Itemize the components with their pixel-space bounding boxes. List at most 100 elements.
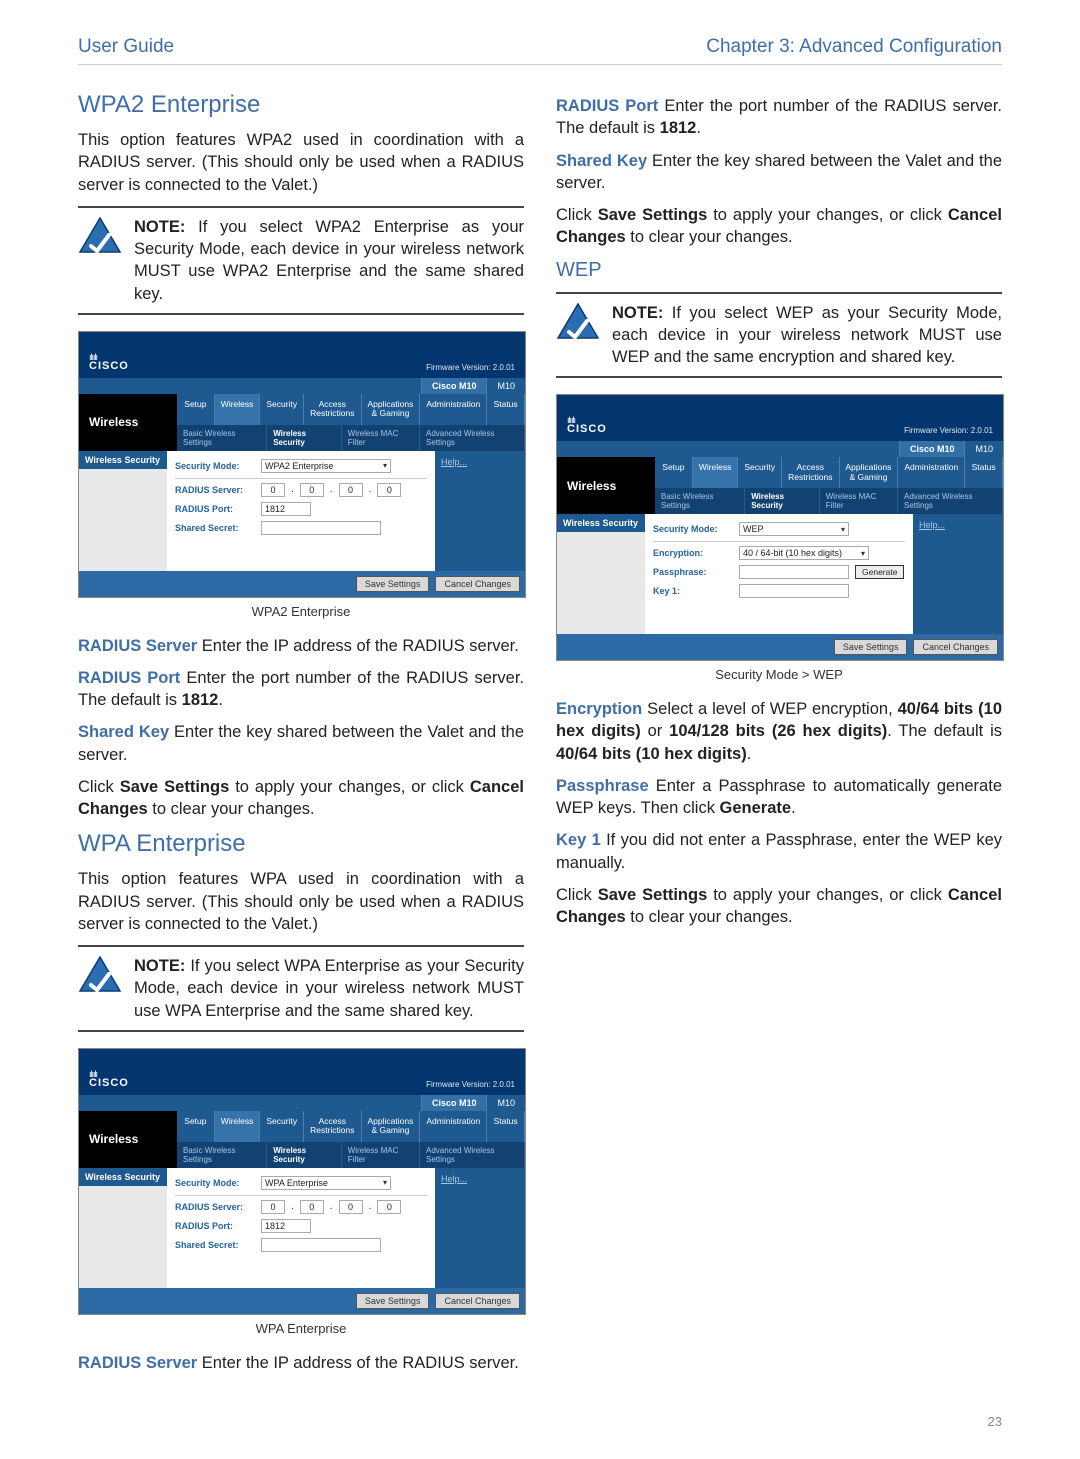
tab-wireless[interactable]: Wireless bbox=[215, 394, 261, 425]
subtab-mac[interactable]: Wireless MAC Filter bbox=[342, 425, 420, 451]
tab-access[interactable]: Access Restrictions bbox=[304, 1111, 361, 1142]
screenshot-wep: ılıılı CISCO Firmware Version: 2.0.01 Ci… bbox=[556, 394, 1004, 661]
tab-status[interactable]: Status bbox=[487, 1111, 525, 1142]
input-ip2[interactable]: 0 bbox=[300, 1200, 324, 1214]
model-tab-active[interactable]: Cisco M10 bbox=[421, 1095, 487, 1111]
input-ip1[interactable]: 0 bbox=[261, 1200, 285, 1214]
subtab-security[interactable]: Wireless Security bbox=[745, 488, 820, 514]
tab-wireless[interactable]: Wireless bbox=[215, 1111, 261, 1142]
tab-admin[interactable]: Administration bbox=[420, 1111, 487, 1142]
save-settings-button[interactable]: Save Settings bbox=[356, 1293, 430, 1309]
subtab-advanced[interactable]: Advanced Wireless Settings bbox=[898, 488, 1003, 514]
tab-access[interactable]: Access Restrictions bbox=[304, 394, 361, 425]
tab-admin[interactable]: Administration bbox=[420, 394, 487, 425]
right-column: RADIUS Port Enter the port number of the… bbox=[556, 85, 1002, 1384]
tab-security[interactable]: Security bbox=[738, 457, 782, 488]
subtab-basic[interactable]: Basic Wireless Settings bbox=[177, 425, 267, 451]
help-link[interactable]: Help... bbox=[913, 514, 1003, 634]
para-shared-key-r: Shared Key Enter the key shared between … bbox=[556, 150, 1002, 195]
screenshot-wpa2-enterprise: ılıılı CISCO Firmware Version: 2.0.01 Ci… bbox=[78, 331, 526, 598]
t: to apply your changes, or click bbox=[229, 778, 470, 796]
select-security-mode[interactable]: WEP bbox=[739, 522, 849, 536]
save-settings-button[interactable]: Save Settings bbox=[356, 576, 430, 592]
note-icon bbox=[78, 216, 122, 305]
model-tab[interactable]: M10 bbox=[486, 1095, 525, 1111]
input-radius-port[interactable]: 1812 bbox=[261, 502, 311, 516]
note-body: If you select WEP as your Security Mode,… bbox=[612, 304, 1002, 367]
note-body: If you select WPA2 Enterprise as your Se… bbox=[134, 218, 524, 303]
model-tab-active[interactable]: Cisco M10 bbox=[899, 441, 965, 457]
select-security-mode[interactable]: WPA Enterprise bbox=[261, 1176, 391, 1190]
tab-security[interactable]: Security bbox=[260, 394, 304, 425]
save-settings-button[interactable]: Save Settings bbox=[834, 639, 908, 655]
page-number: 23 bbox=[78, 1414, 1002, 1429]
generate-button[interactable]: Generate bbox=[855, 565, 904, 579]
input-passphrase[interactable] bbox=[739, 565, 849, 579]
input-radius-port[interactable]: 1812 bbox=[261, 1219, 311, 1233]
input-shared-secret[interactable] bbox=[261, 1238, 381, 1252]
para-radius-port-r: RADIUS Port Enter the port number of the… bbox=[556, 95, 1002, 140]
label-radius-port: RADIUS Port: bbox=[175, 504, 255, 514]
firmware-version: Firmware Version: 2.0.01 bbox=[426, 363, 515, 372]
term: Shared Key bbox=[556, 152, 647, 170]
tab-access[interactable]: Access Restrictions bbox=[782, 457, 839, 488]
model-tab[interactable]: M10 bbox=[486, 378, 525, 394]
term: RADIUS Port bbox=[78, 669, 180, 687]
select-value: WEP bbox=[743, 524, 764, 534]
term: Encryption bbox=[556, 700, 642, 718]
firmware-version: Firmware Version: 2.0.01 bbox=[426, 1080, 515, 1089]
tab-wireless[interactable]: Wireless bbox=[693, 457, 739, 488]
tab-setup[interactable]: Setup bbox=[655, 457, 693, 488]
subtab-security[interactable]: Wireless Security bbox=[267, 1142, 342, 1168]
subtab-advanced[interactable]: Advanced Wireless Settings bbox=[420, 1142, 525, 1168]
tab-admin[interactable]: Administration bbox=[898, 457, 965, 488]
tab-apps[interactable]: Applications & Gaming bbox=[362, 394, 421, 425]
tab-apps[interactable]: Applications & Gaming bbox=[362, 1111, 421, 1142]
input-shared-secret[interactable] bbox=[261, 521, 381, 535]
t: . The default is bbox=[887, 722, 1002, 740]
subtab-basic[interactable]: Basic Wireless Settings bbox=[655, 488, 745, 514]
term: RADIUS Server bbox=[78, 637, 197, 655]
tab-status[interactable]: Status bbox=[487, 394, 525, 425]
para-radius-server2: RADIUS Server Enter the IP address of th… bbox=[78, 1352, 524, 1374]
def-bold: 1812 bbox=[182, 691, 219, 709]
select-encryption[interactable]: 40 / 64-bit (10 hex digits) bbox=[739, 546, 869, 560]
subtab-basic[interactable]: Basic Wireless Settings bbox=[177, 1142, 267, 1168]
tab-security[interactable]: Security bbox=[260, 1111, 304, 1142]
t: to apply your changes, or click bbox=[707, 206, 948, 224]
cancel-changes-button[interactable]: Cancel Changes bbox=[435, 576, 520, 592]
input-ip1[interactable]: 0 bbox=[261, 483, 285, 497]
para-save2: Click Save Settings to apply your change… bbox=[556, 884, 1002, 929]
input-ip2[interactable]: 0 bbox=[300, 483, 324, 497]
cancel-changes-button[interactable]: Cancel Changes bbox=[435, 1293, 520, 1309]
help-link[interactable]: Help... bbox=[435, 451, 525, 571]
def: . bbox=[218, 691, 223, 709]
t: Save Settings bbox=[120, 778, 230, 796]
input-ip3[interactable]: 0 bbox=[339, 1200, 363, 1214]
subtab-security[interactable]: Wireless Security bbox=[267, 425, 342, 451]
input-ip4[interactable]: 0 bbox=[377, 1200, 401, 1214]
input-ip4[interactable]: 0 bbox=[377, 483, 401, 497]
subtab-mac[interactable]: Wireless MAC Filter bbox=[342, 1142, 420, 1168]
tab-status[interactable]: Status bbox=[965, 457, 1003, 488]
subtab-advanced[interactable]: Advanced Wireless Settings bbox=[420, 425, 525, 451]
t: Save Settings bbox=[598, 206, 708, 224]
tab-apps[interactable]: Applications & Gaming bbox=[840, 457, 899, 488]
note-wep-text: NOTE: If you select WEP as your Security… bbox=[612, 302, 1002, 369]
tab-setup[interactable]: Setup bbox=[177, 394, 215, 425]
input-key1[interactable] bbox=[739, 584, 849, 598]
help-link[interactable]: Help... bbox=[435, 1168, 525, 1288]
tab-setup[interactable]: Setup bbox=[177, 1111, 215, 1142]
term: Shared Key bbox=[78, 723, 169, 741]
note-wep: NOTE: If you select WEP as your Security… bbox=[556, 292, 1002, 379]
model-tab-active[interactable]: Cisco M10 bbox=[421, 378, 487, 394]
cancel-changes-button[interactable]: Cancel Changes bbox=[913, 639, 998, 655]
select-security-mode[interactable]: WPA2 Enterprise bbox=[261, 459, 391, 473]
input-ip3[interactable]: 0 bbox=[339, 483, 363, 497]
term: Passphrase bbox=[556, 777, 649, 795]
t: Click bbox=[78, 778, 120, 796]
t: Click bbox=[556, 886, 598, 904]
model-tab[interactable]: M10 bbox=[964, 441, 1003, 457]
subtab-mac[interactable]: Wireless MAC Filter bbox=[820, 488, 898, 514]
def-bold: 1812 bbox=[660, 119, 697, 137]
